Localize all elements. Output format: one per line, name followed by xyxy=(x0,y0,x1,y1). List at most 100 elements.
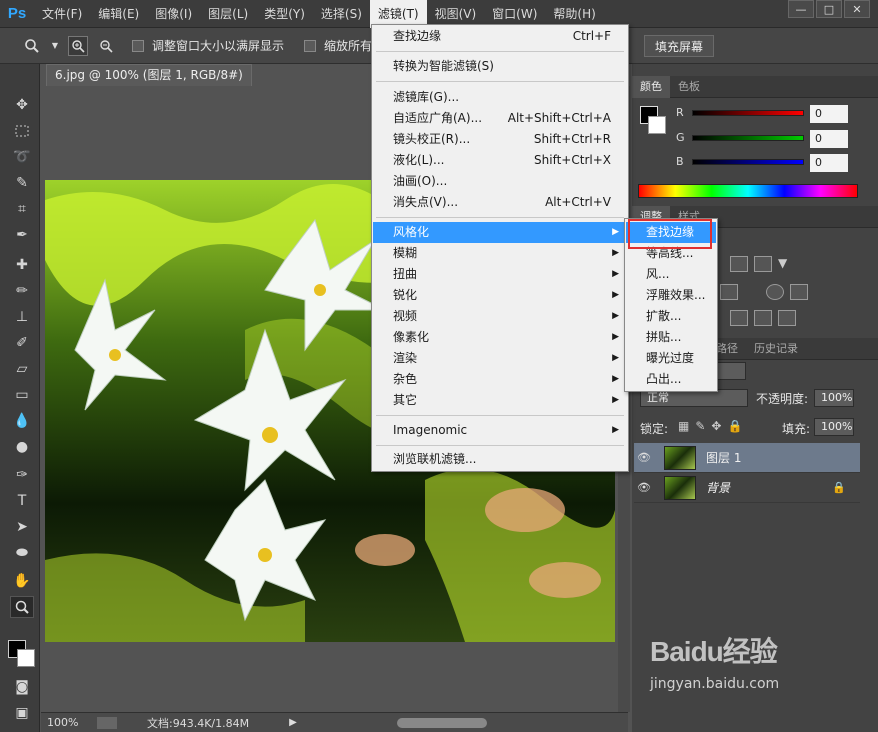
tab-color[interactable]: 颜色 xyxy=(632,75,670,98)
background-color-swatch[interactable] xyxy=(17,649,35,667)
menu-item-adaptive-wide[interactable]: 自适应广角(A)... Alt+Shift+Ctrl+A xyxy=(373,108,627,129)
brush-tool-icon[interactable]: ✏ xyxy=(10,280,34,302)
zoom-tool-icon[interactable] xyxy=(22,36,42,56)
menu-item-lens-correction[interactable]: 镜头校正(R)... Shift+Ctrl+R xyxy=(373,129,627,150)
zoom-in-icon[interactable] xyxy=(68,35,88,56)
channel-mixer-icon[interactable] xyxy=(766,284,784,300)
tab-swatches[interactable]: 色板 xyxy=(670,76,708,98)
submenu-item-solarize[interactable]: 曝光过度 xyxy=(626,348,716,369)
healing-brush-icon[interactable]: ✚ xyxy=(10,254,34,276)
threshold-icon[interactable] xyxy=(754,310,772,326)
blur-tool-icon[interactable]: 💧 xyxy=(10,410,34,432)
posterize-icon[interactable] xyxy=(730,310,748,326)
r-slider[interactable]: R xyxy=(676,106,804,119)
menu-item-distort[interactable]: 扭曲 ▶ xyxy=(373,264,627,285)
menu-layer[interactable]: 图层(L) xyxy=(200,0,256,28)
move-tool-icon[interactable]: ✥ xyxy=(10,94,34,116)
menu-item-imagenomic[interactable]: Imagenomic ▶ xyxy=(373,420,627,441)
submenu-item-tiles[interactable]: 拼贴... xyxy=(626,327,716,348)
b-gradient[interactable] xyxy=(692,158,804,165)
eyedropper-icon[interactable]: ✒ xyxy=(10,224,34,246)
b-slider[interactable]: B xyxy=(676,155,804,168)
zoom-out-icon[interactable] xyxy=(96,36,116,56)
menu-item-other[interactable]: 其它 ▶ xyxy=(373,390,627,411)
menu-item-vanishing-point[interactable]: 消失点(V)... Alt+Ctrl+V xyxy=(373,192,627,213)
submenu-item-wind[interactable]: 风... xyxy=(626,264,716,285)
bw-icon[interactable] xyxy=(720,284,738,300)
bg-color-chip[interactable] xyxy=(648,116,666,134)
tab-history[interactable]: 历史记录 xyxy=(746,338,806,360)
restore-button[interactable]: □ xyxy=(816,0,842,18)
layer-name[interactable]: 背景 xyxy=(706,479,730,496)
stamp-tool-icon[interactable]: ⊥ xyxy=(10,306,34,328)
menu-item-video[interactable]: 视频 ▶ xyxy=(373,306,627,327)
r-value[interactable]: 0 xyxy=(810,105,848,123)
menu-item-sharpen[interactable]: 锐化 ▶ xyxy=(373,285,627,306)
marquee-tool-icon[interactable] xyxy=(10,120,34,142)
shape-tool-icon[interactable]: ⬬ xyxy=(10,542,34,564)
submenu-item-diffuse[interactable]: 扩散... xyxy=(626,306,716,327)
lasso-tool-icon[interactable]: ➰ xyxy=(10,146,34,168)
menu-item-oil-paint[interactable]: 油画(O)... xyxy=(373,171,627,192)
minimize-button[interactable]: — xyxy=(788,0,814,18)
menu-item-pixelate[interactable]: 像素化 ▶ xyxy=(373,327,627,348)
chevron-down-icon[interactable]: ▼ xyxy=(50,36,60,56)
hand-tool-icon[interactable]: ✋ xyxy=(10,570,34,592)
menu-item-find-edges-last[interactable]: 查找边缘 Ctrl+F xyxy=(373,26,627,47)
opacity-input[interactable]: 100% xyxy=(814,389,854,407)
horizontal-scrollbar[interactable] xyxy=(396,717,487,728)
g-slider[interactable]: G xyxy=(676,131,804,144)
menu-item-blur[interactable]: 模糊 ▶ xyxy=(373,243,627,264)
g-value[interactable]: 0 xyxy=(810,130,848,148)
layer-row[interactable]: 👁 图层 1 xyxy=(634,443,860,473)
menu-item-smart-filter[interactable]: 转换为智能滤镜(S) xyxy=(373,56,627,77)
color-spectrum[interactable] xyxy=(638,184,858,198)
menu-file[interactable]: 文件(F) xyxy=(34,0,90,28)
layer-row[interactable]: 👁 背景 🔒 xyxy=(634,473,860,503)
g-gradient[interactable] xyxy=(692,134,804,141)
eye-icon[interactable]: 👁 xyxy=(634,451,654,464)
layer-name[interactable]: 图层 1 xyxy=(706,449,741,466)
fill-screen-button[interactable]: 填充屏幕 xyxy=(644,35,714,57)
menu-edit[interactable]: 编辑(E) xyxy=(90,0,147,28)
levels-icon[interactable] xyxy=(730,256,748,272)
menu-image[interactable]: 图像(I) xyxy=(147,0,200,28)
curves-icon[interactable] xyxy=(754,256,772,272)
eye-icon[interactable]: 👁 xyxy=(634,481,654,494)
path-select-icon[interactable]: ➤ xyxy=(10,516,34,538)
resize-windows-checkbox[interactable] xyxy=(132,39,144,52)
zoom-all-checkbox[interactable] xyxy=(304,39,317,52)
type-tool-icon[interactable]: T xyxy=(10,490,34,512)
menu-item-liquify[interactable]: 液化(L)... Shift+Ctrl+X xyxy=(373,150,627,171)
eraser-icon[interactable]: ▱ xyxy=(10,358,34,380)
grid-icon[interactable] xyxy=(790,284,808,300)
crop-tool-icon[interactable]: ⌗ xyxy=(10,198,34,220)
quick-select-icon[interactable]: ✎ xyxy=(10,172,34,194)
b-value[interactable]: 0 xyxy=(810,154,848,172)
menu-item-stylize[interactable]: 风格化 ▶ xyxy=(373,222,627,243)
menu-item-browse-online[interactable]: 浏览联机滤镜... xyxy=(373,449,627,470)
close-button[interactable]: ✕ xyxy=(844,0,870,18)
menu-item-render[interactable]: 渲染 ▶ xyxy=(373,348,627,369)
lock-icons[interactable]: ▦✎✥🔒 xyxy=(678,419,748,433)
fill-input[interactable]: 100% xyxy=(814,418,854,436)
status-arrow-icon[interactable]: ▶ xyxy=(289,717,297,728)
gradient-map-icon[interactable] xyxy=(778,310,796,326)
menu-item-noise[interactable]: 杂色 ▶ xyxy=(373,369,627,390)
history-brush-icon[interactable]: ✐ xyxy=(10,332,34,354)
dodge-tool-icon[interactable]: ● xyxy=(10,436,34,458)
gradient-icon[interactable]: ▭ xyxy=(10,384,34,406)
menu-type[interactable]: 类型(Y) xyxy=(256,0,313,28)
menu-item-filter-gallery[interactable]: 滤镜库(G)... xyxy=(373,87,627,108)
triangle-icon[interactable]: ▼ xyxy=(778,256,796,272)
document-tab[interactable]: 6.jpg @ 100% (图层 1, RGB/8#) * ✕ xyxy=(46,64,252,102)
menu-select[interactable]: 选择(S) xyxy=(313,0,370,28)
pen-tool-icon[interactable]: ✑ xyxy=(10,464,34,486)
submenu-item-emboss[interactable]: 浮雕效果... xyxy=(626,285,716,306)
zoom-level[interactable]: 100% xyxy=(47,716,97,729)
zoom-tool-sidebar-icon[interactable] xyxy=(10,596,34,618)
screen-mode-icon[interactable]: ▣ xyxy=(10,702,34,724)
quick-mask-icon[interactable]: ◙ xyxy=(10,676,34,698)
submenu-item-extrude[interactable]: 凸出... xyxy=(626,369,716,390)
r-gradient[interactable] xyxy=(692,109,804,116)
